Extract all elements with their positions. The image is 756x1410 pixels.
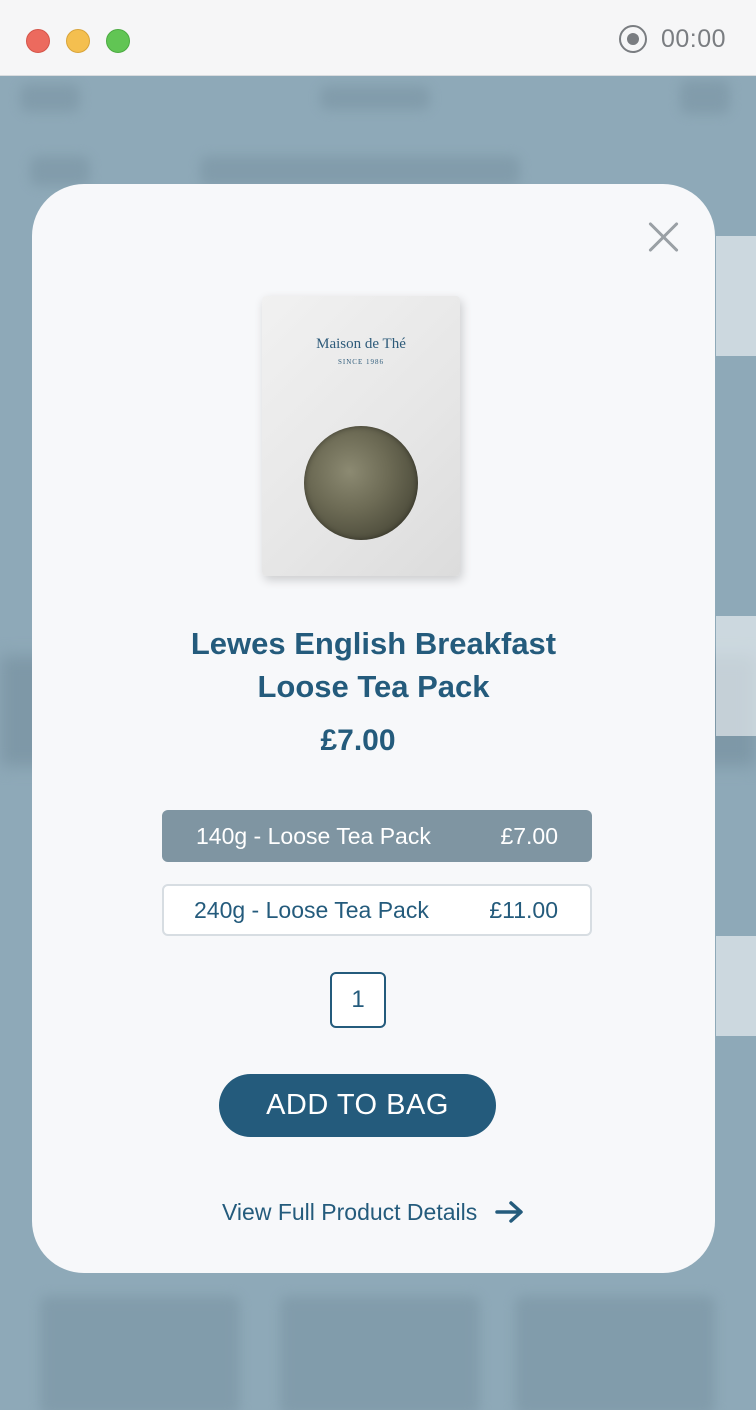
view-full-details-link[interactable]: View Full Product Details [222,1194,525,1230]
pack-brand-logo: Maison de Thé [316,336,406,352]
bg-edge-strip [716,616,756,736]
close-icon[interactable] [647,220,681,254]
product-title: Lewes English Breakfast Loose Tea Pack [32,622,715,708]
product-price: £7.00 [320,724,396,757]
bg-cart-blur [680,80,730,114]
recording-indicator: 00:00 [618,22,756,56]
product-title-line2: Loose Tea Pack [257,669,490,704]
bg-product-card-blur [40,1296,240,1410]
app-window: 00:00 Maison de Thé SINCE 1986 Lewes Eng… [0,0,756,1410]
bg-header-blur [320,86,430,110]
bg-edge-strip [716,236,756,356]
product-image: Maison de Thé SINCE 1986 [262,296,462,578]
bg-product-card-blur [280,1296,480,1410]
variant-option-240g[interactable]: 240g - Loose Tea Pack £11.00 [162,884,592,936]
pack-brand-since: SINCE 1986 [338,358,384,366]
bg-logo-blur [20,84,80,112]
tea-pack-illustration: Maison de Thé SINCE 1986 [262,296,460,576]
view-full-details-label: View Full Product Details [222,1198,478,1225]
add-to-bag-button[interactable]: ADD TO BAG [219,1074,496,1137]
variant-label: 240g - Loose Tea Pack [194,896,429,923]
product-quick-view-modal: Maison de Thé SINCE 1986 Lewes English B… [32,184,715,1273]
bg-menu-blur [30,156,90,186]
variant-price: £7.00 [500,822,558,849]
variant-option-140g[interactable]: 140g - Loose Tea Pack £7.00 [162,810,592,862]
bg-edge-strip [716,936,756,1036]
recording-time: 00:00 [660,24,726,53]
record-icon[interactable] [618,25,647,53]
maximize-window-button[interactable] [106,29,130,53]
bg-search-blur [200,156,520,186]
variant-label: 140g - Loose Tea Pack [196,822,431,849]
minimize-window-button[interactable] [66,29,90,53]
pack-tea-window [304,426,418,540]
variant-price: £11.00 [489,896,558,923]
arrow-right-icon [495,1201,523,1223]
bg-product-card-blur [515,1296,715,1410]
close-window-button[interactable] [26,29,50,53]
window-titlebar: 00:00 [0,0,756,76]
product-title-line1: Lewes English Breakfast [190,626,557,661]
quantity-input[interactable]: 1 [330,972,386,1028]
